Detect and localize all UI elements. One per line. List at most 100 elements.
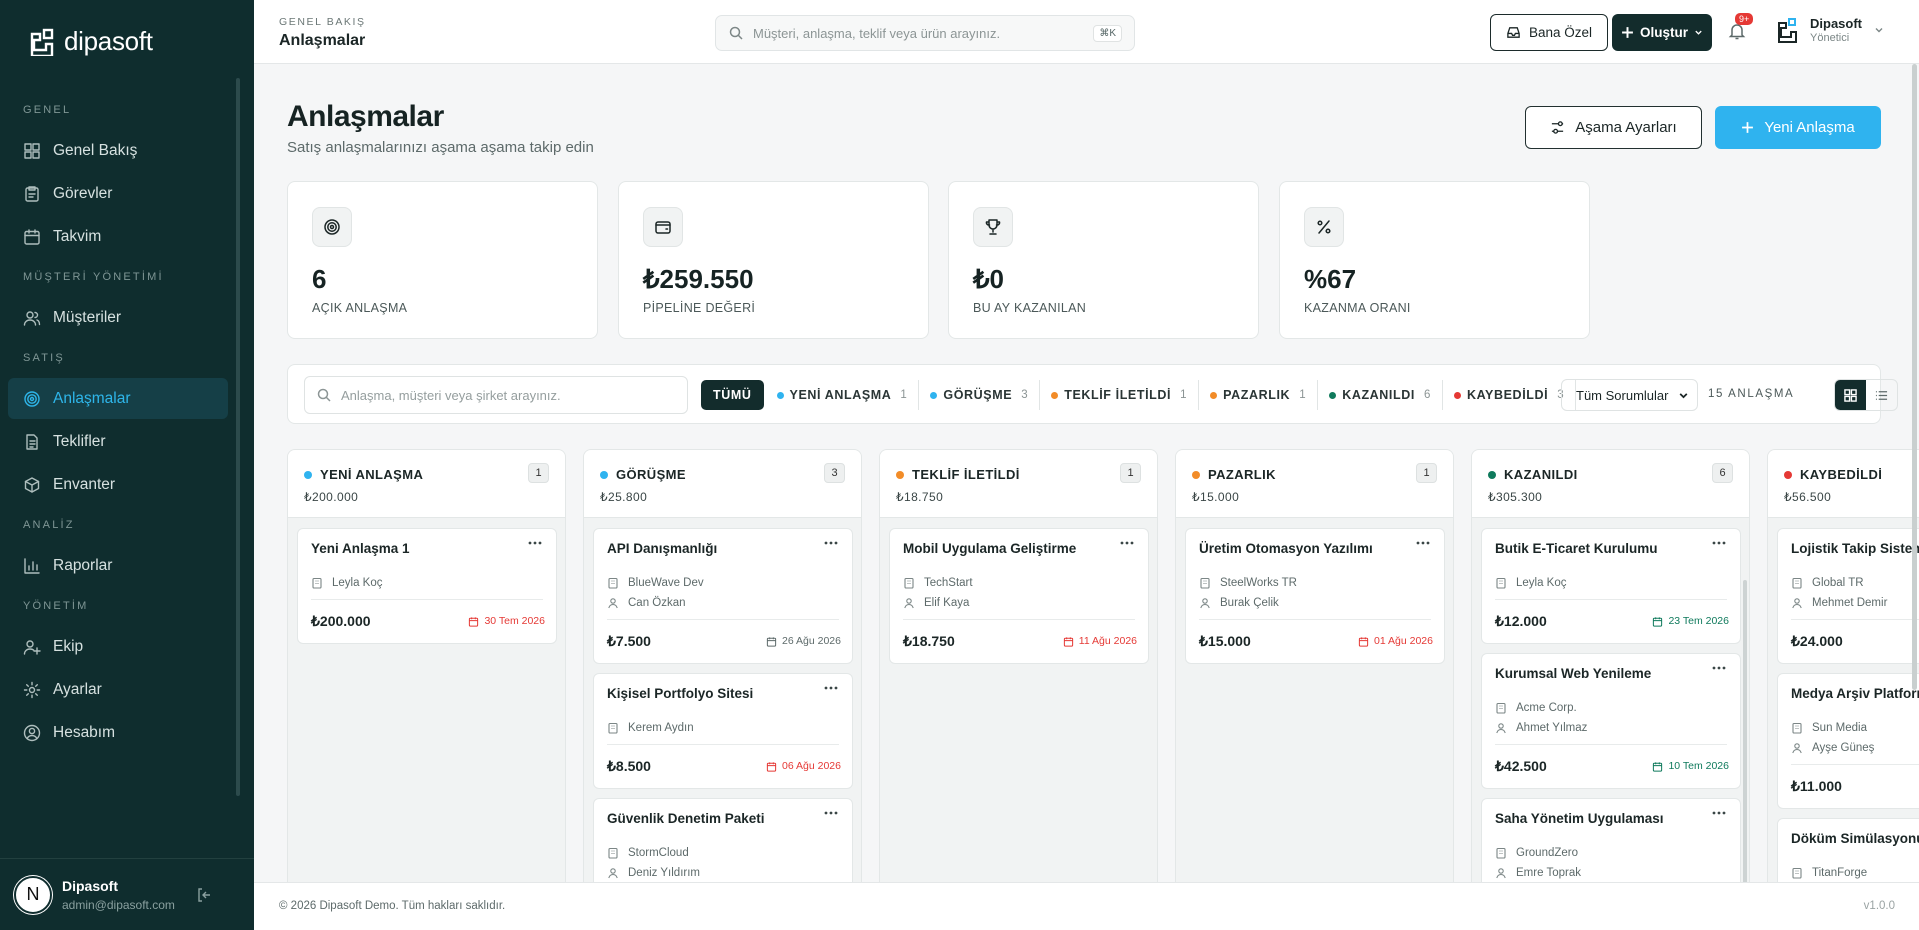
user-circle-icon [23, 724, 41, 741]
deal-card[interactable]: Mobil Uygulama Geliştirme TechStart Elif K… [889, 528, 1149, 664]
sidebar-item-label: Ekip [53, 637, 84, 655]
building-icon [1496, 702, 1506, 714]
deal-amount: ₺11.000 [1791, 778, 1842, 794]
sidebar-item[interactable]: Hesabım [8, 712, 228, 753]
deal-contact: Burak Çelik [1199, 597, 1279, 609]
deal-contact-text: Deniz Yıldırım [628, 867, 701, 879]
deal-amount: ₺18.750 [903, 633, 955, 649]
sidebar-item[interactable]: Ekip [8, 626, 228, 667]
column-header: GÖRÜŞME 3 ₺25.800 [584, 450, 861, 518]
deal-card[interactable]: Kişisel Portfolyo Sitesi Kerem Aydın ₺8.50… [593, 673, 853, 789]
board-view-button[interactable] [1835, 380, 1866, 410]
deal-menu-button[interactable] [1416, 541, 1430, 545]
trophy-icon [985, 219, 1001, 235]
kanban-column: YENİ ANLAŞMA 1 ₺200.000 Yeni Anlaşma 1 Leyla… [287, 449, 566, 882]
sidebar-item[interactable]: Müşteriler [8, 297, 228, 338]
sidebar-item[interactable]: Envanter [8, 464, 228, 505]
column-scrollbar[interactable] [1743, 580, 1747, 882]
deal-menu-button[interactable] [1120, 541, 1134, 545]
deal-company-text: SteelWorks TR [1220, 577, 1297, 589]
calendar-icon [1653, 761, 1663, 772]
owner-select-value: Tüm Sorumlular [1576, 387, 1669, 403]
deal-menu-button[interactable] [1712, 541, 1726, 545]
filter-chip[interactable]: YENİ ANLAŞMA 1 [766, 380, 920, 410]
deal-title: Üretim Otomasyon Yazılımı [1199, 541, 1373, 556]
filter-chip-label: PAZARLIK [1223, 388, 1291, 402]
filter-chip[interactable]: GÖRÜŞME 3 [919, 380, 1041, 410]
stage-dot [600, 470, 608, 479]
deal-title: Döküm Simülasyonu [1791, 831, 1919, 846]
deal-card[interactable]: Butik E-Ticaret Kurulumu Leyla Koç ₺12.000… [1481, 528, 1741, 644]
calendar-icon [1653, 616, 1663, 627]
logout-icon [198, 888, 210, 902]
deal-due-date-text: 10 Tem 2026 [1668, 760, 1729, 772]
filter-chip-all[interactable]: TÜMÜ [701, 380, 764, 410]
sidebar-scrollbar[interactable] [236, 78, 240, 796]
deal-menu-button[interactable] [824, 686, 838, 690]
calendar-icon [766, 636, 777, 647]
page-scrollbar[interactable] [1912, 64, 1917, 690]
owner-select[interactable]: Tüm Sorumlular [1561, 379, 1698, 411]
deal-card[interactable]: Kurumsal Web Yenileme Acme Corp. Ahmet Yıl… [1481, 653, 1741, 789]
new-deal-button[interactable]: Yeni Anlaşma [1715, 106, 1881, 149]
deal-card[interactable]: Saha Yönetim Uygulaması GroundZero Emre To… [1481, 798, 1741, 882]
list-view-button[interactable] [1866, 380, 1897, 410]
stat-icon-box [1304, 207, 1344, 247]
deal-menu-button[interactable] [528, 541, 542, 545]
building-icon [312, 577, 322, 589]
avatar[interactable]: N [14, 875, 52, 914]
sidebar-item-label: Anlaşmalar [53, 389, 131, 407]
page-title: Anlaşmalar [287, 100, 444, 133]
filter-chip[interactable]: PAZARLIK 1 [1199, 380, 1319, 410]
stage-settings-label: Aşama Ayarları [1575, 119, 1677, 136]
deal-company: Sun Media [1791, 722, 1867, 734]
deal-due-date-text: 26 Ağu 2026 [782, 635, 841, 647]
logo[interactable]: dipasoft [28, 26, 153, 57]
sidebar-item[interactable]: Genel Bakış [8, 130, 228, 171]
deal-title: Kişisel Portfolyo Sitesi [607, 686, 754, 701]
logout-button[interactable] [196, 887, 212, 903]
deal-due-date: 26 Ağu 2026 [766, 635, 841, 647]
filter-chip[interactable]: TEKLİF İLETİLDİ 1 [1040, 380, 1200, 410]
sidebar-item[interactable]: Takvim [8, 216, 228, 257]
user-icon [1200, 598, 1210, 609]
sidebar-item-label: Raporlar [53, 556, 113, 574]
sidebar-item[interactable]: Görevler [8, 173, 228, 214]
calendar-icon [1358, 636, 1369, 647]
stage-settings-button[interactable]: Aşama Ayarları [1525, 106, 1702, 149]
sidebar-item[interactable]: Ayarlar [8, 669, 228, 710]
more-horizontal-icon [528, 541, 542, 545]
sidebar-item[interactable]: Anlaşmalar [8, 378, 228, 419]
deal-card[interactable]: Lojistik Takip Sistemi Global TR Mehmet De… [1777, 528, 1919, 664]
filter-chip[interactable]: KAZANILDI 6 [1318, 380, 1443, 410]
global-search-input[interactable]: Müşteri, anlaşma, teklif veya ürün arayı… [715, 15, 1135, 51]
deal-menu-button[interactable] [824, 811, 838, 815]
create-button[interactable]: Oluştur [1612, 14, 1712, 51]
deal-contact-text: Emre Toprak [1516, 867, 1581, 879]
calendar-icon [469, 616, 479, 627]
stage-filter-chips: TÜMÜ YENİ ANLAŞMA 1 GÖRÜŞME 3 TEKLİF İLETİLD… [701, 380, 1577, 410]
deal-card[interactable]: Üretim Otomasyon Yazılımı SteelWorks TR Bu… [1185, 528, 1445, 664]
deal-search-input[interactable]: Anlaşma, müşteri veya şirket arayınız. [304, 376, 688, 414]
plus-icon [1622, 27, 1633, 38]
deal-card[interactable]: Döküm Simülasyonu TitanForge [1777, 818, 1919, 882]
filter-chip[interactable]: KAYBEDİLDİ 3 [1443, 380, 1577, 410]
deal-card[interactable]: Güvenlik Denetim Paketi StormCloud Deniz Y… [593, 798, 853, 882]
deal-card[interactable]: Yeni Anlaşma 1 Leyla Koç ₺200.000 30 Tem 20… [297, 528, 557, 644]
deal-card[interactable]: API Danışmanlığı BlueWave Dev Can Özkan ₺7.… [593, 528, 853, 664]
chevron-down-icon [1695, 30, 1702, 35]
gear-icon [23, 681, 41, 698]
deal-company-text: BlueWave Dev [628, 577, 704, 589]
sidebar-item[interactable]: Raporlar [8, 545, 228, 586]
sidebar-item[interactable]: Teklifler [8, 421, 228, 462]
my-items-button[interactable]: Bana Özel [1490, 14, 1608, 51]
stat-label: AÇIK ANLAŞMA [312, 301, 408, 315]
deal-menu-button[interactable] [1712, 811, 1726, 815]
deal-card[interactable]: Medya Arşiv Platformu Sun Media Ayşe Güneş… [1777, 673, 1919, 809]
deal-menu-button[interactable] [1712, 666, 1726, 670]
breadcrumb[interactable]: GENEL BAKIŞ [279, 16, 366, 28]
profile-menu[interactable]: Dipasoft Yönetici [1776, 16, 1884, 44]
building-icon [608, 722, 618, 734]
deal-menu-button[interactable] [824, 541, 838, 545]
deal-due-date: 23 Tem 2026 [1652, 615, 1729, 627]
